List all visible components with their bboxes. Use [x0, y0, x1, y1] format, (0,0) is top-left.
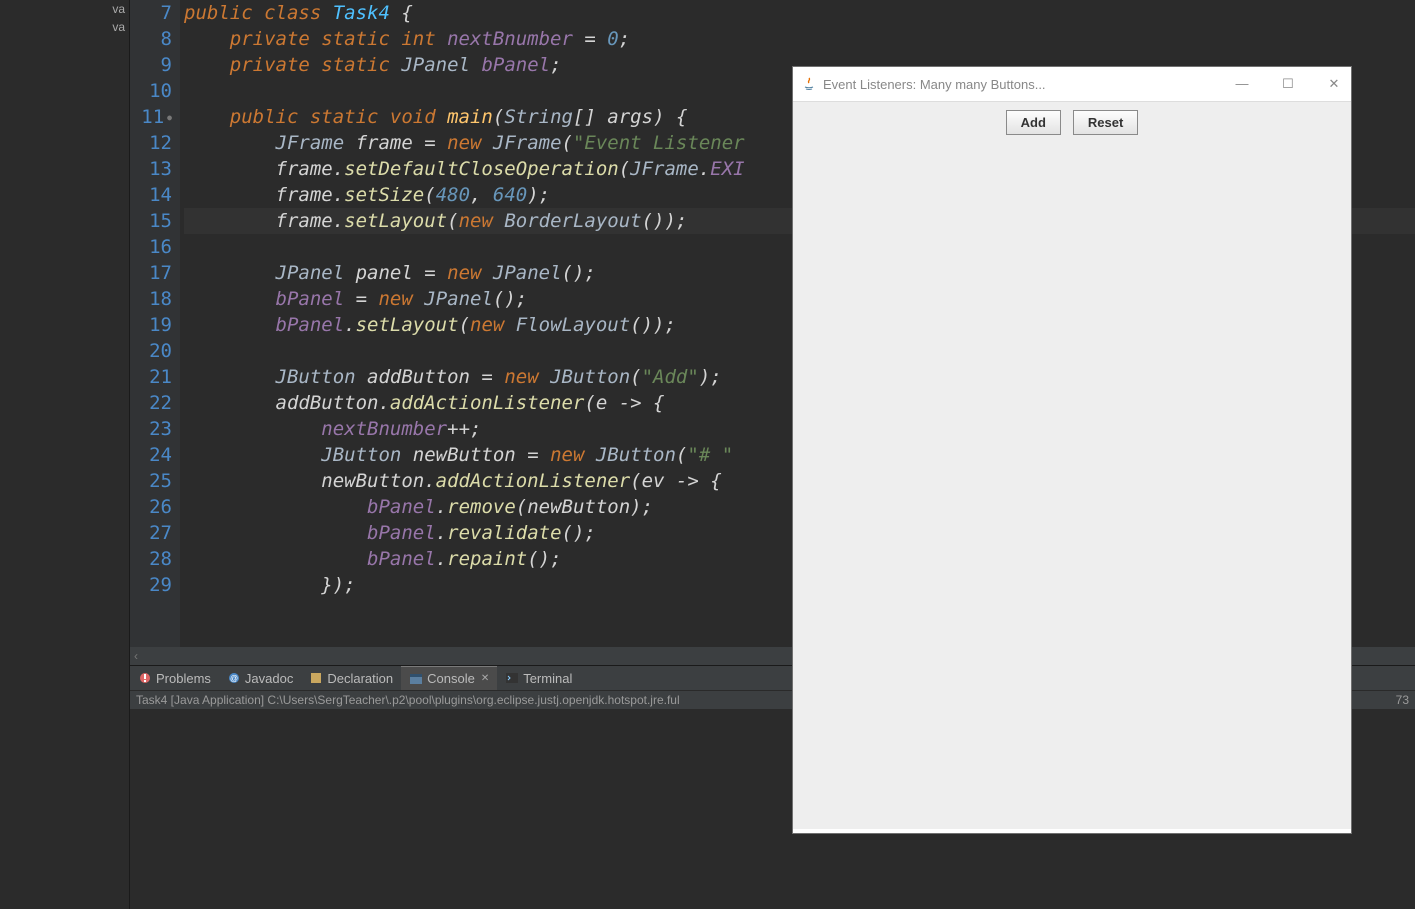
code-line[interactable]: private static int nextBnumber = 0; [184, 26, 1415, 52]
code-line[interactable]: public class Task4 { [184, 0, 1415, 26]
swing-toolbar: Add Reset [793, 101, 1351, 141]
tab-label: Problems [156, 671, 211, 686]
add-button[interactable]: Add [1006, 110, 1061, 135]
java-app-icon [801, 76, 817, 92]
console-right-status: 73 [1396, 693, 1409, 707]
tab-declaration[interactable]: Declaration [301, 666, 401, 690]
problems-icon [138, 671, 152, 685]
tab-label: Declaration [327, 671, 393, 686]
swing-app-window[interactable]: Event Listeners: Many many Buttons... — … [792, 66, 1352, 834]
swing-title-text: Event Listeners: Many many Buttons... [823, 77, 1046, 92]
scroll-left-icon[interactable]: ‹ [134, 649, 138, 663]
tab-terminal[interactable]: Terminal [497, 666, 580, 690]
window-buttons: — ☐ ✕ [1233, 76, 1343, 92]
javadoc-icon: @ [227, 671, 241, 685]
svg-text:@: @ [230, 674, 238, 683]
swing-content-panel[interactable] [793, 141, 1351, 829]
reset-button[interactable]: Reset [1073, 110, 1138, 135]
sidebar-item[interactable]: va [0, 0, 129, 18]
tab-label: Terminal [523, 671, 572, 686]
sidebar-item[interactable]: va [0, 18, 129, 36]
console-run-info: Task4 [Java Application] C:\Users\SergTe… [136, 693, 680, 707]
project-sidebar[interactable]: va va [0, 0, 130, 909]
tab-problems[interactable]: Problems [130, 666, 219, 690]
close-icon[interactable]: ✕ [1325, 76, 1343, 92]
tab-label: Console [427, 671, 475, 686]
maximize-icon[interactable]: ☐ [1279, 76, 1297, 92]
ide-root: va va 7891011121314151617181920212223242… [0, 0, 1415, 909]
console-icon [409, 672, 423, 686]
tab-label: Javadoc [245, 671, 293, 686]
line-gutter: 7891011121314151617181920212223242526272… [130, 0, 180, 647]
tab-javadoc[interactable]: @ Javadoc [219, 666, 301, 690]
close-icon[interactable]: ✕ [481, 673, 489, 684]
tab-console[interactable]: Console ✕ [401, 666, 497, 691]
declaration-icon [309, 671, 323, 685]
terminal-icon [505, 671, 519, 685]
minimize-icon[interactable]: — [1233, 76, 1251, 92]
swing-titlebar[interactable]: Event Listeners: Many many Buttons... — … [793, 67, 1351, 101]
